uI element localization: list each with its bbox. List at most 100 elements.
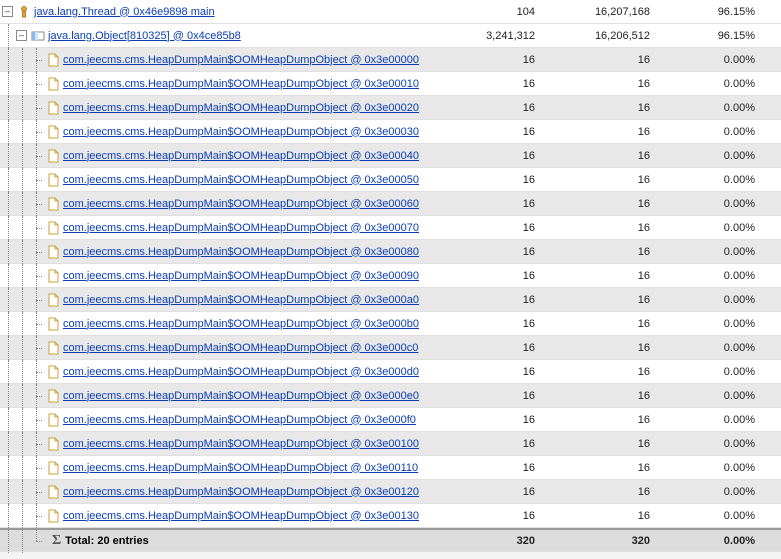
object-icon (46, 485, 60, 499)
size-cell: 16 (465, 222, 545, 234)
row-name-cell: com.jeecms.cms.HeapDumpMain$OOMHeapDumpO… (0, 336, 465, 360)
percentage-cell: 0.00% (660, 174, 775, 186)
object-link[interactable]: com.jeecms.cms.HeapDumpMain$OOMHeapDumpO… (63, 198, 419, 210)
table-row[interactable]: com.jeecms.cms.HeapDumpMain$OOMHeapDumpO… (0, 48, 781, 72)
table-row[interactable]: com.jeecms.cms.HeapDumpMain$OOMHeapDumpO… (0, 240, 781, 264)
object-link[interactable]: com.jeecms.cms.HeapDumpMain$OOMHeapDumpO… (63, 270, 419, 282)
percentage-cell: 0.00% (660, 222, 775, 234)
size-cell: 3,241,312 (465, 30, 545, 42)
percentage-cell: 0.00% (660, 78, 775, 90)
array-icon (31, 29, 45, 43)
object-icon (46, 413, 60, 427)
size-cell: 16 (465, 198, 545, 210)
size-cell: 16,207,168 (545, 6, 660, 18)
object-link[interactable]: com.jeecms.cms.HeapDumpMain$OOMHeapDumpO… (63, 510, 419, 522)
heap-tree-table: –java.lang.Thread @ 0x46e9898 main10416,… (0, 0, 781, 552)
table-row[interactable]: com.jeecms.cms.HeapDumpMain$OOMHeapDumpO… (0, 216, 781, 240)
size-cell: 16 (545, 414, 660, 426)
object-link[interactable]: com.jeecms.cms.HeapDumpMain$OOMHeapDumpO… (63, 174, 419, 186)
row-name-cell: com.jeecms.cms.HeapDumpMain$OOMHeapDumpO… (0, 120, 465, 144)
row-name-cell: com.jeecms.cms.HeapDumpMain$OOMHeapDumpO… (0, 288, 465, 312)
total-label: Total: 20 entries (65, 535, 149, 547)
object-link[interactable]: com.jeecms.cms.HeapDumpMain$OOMHeapDumpO… (63, 414, 416, 426)
object-link[interactable]: java.lang.Object[810325] @ 0x4ce85b8 (48, 30, 241, 42)
table-row[interactable]: com.jeecms.cms.HeapDumpMain$OOMHeapDumpO… (0, 480, 781, 504)
table-row[interactable]: com.jeecms.cms.HeapDumpMain$OOMHeapDumpO… (0, 72, 781, 96)
percentage-cell: 0.00% (660, 102, 775, 114)
percentage-cell: 0.00% (660, 366, 775, 378)
object-link[interactable]: com.jeecms.cms.HeapDumpMain$OOMHeapDumpO… (63, 54, 419, 66)
object-icon (46, 389, 60, 403)
table-row[interactable]: com.jeecms.cms.HeapDumpMain$OOMHeapDumpO… (0, 120, 781, 144)
object-link[interactable]: com.jeecms.cms.HeapDumpMain$OOMHeapDumpO… (63, 222, 419, 234)
object-link[interactable]: com.jeecms.cms.HeapDumpMain$OOMHeapDumpO… (63, 294, 419, 306)
object-link[interactable]: com.jeecms.cms.HeapDumpMain$OOMHeapDumpO… (63, 438, 419, 450)
object-icon (46, 101, 60, 115)
size-cell: 16 (465, 366, 545, 378)
size-cell: 16 (465, 246, 545, 258)
table-row[interactable]: – java.lang.Object[810325] @ 0x4ce85b8 3,2… (0, 24, 781, 48)
object-link[interactable]: com.jeecms.cms.HeapDumpMain$OOMHeapDumpO… (63, 390, 419, 402)
table-row[interactable]: com.jeecms.cms.HeapDumpMain$OOMHeapDumpO… (0, 456, 781, 480)
size-cell: 16 (545, 126, 660, 138)
object-icon (46, 149, 60, 163)
percentage-cell: 0.00% (660, 462, 775, 474)
row-name-cell: com.jeecms.cms.HeapDumpMain$OOMHeapDumpO… (0, 168, 465, 192)
object-link[interactable]: com.jeecms.cms.HeapDumpMain$OOMHeapDumpO… (63, 126, 419, 138)
expander-icon[interactable]: – (16, 30, 27, 41)
table-row[interactable]: com.jeecms.cms.HeapDumpMain$OOMHeapDumpO… (0, 408, 781, 432)
object-link[interactable]: java.lang.Thread @ 0x46e9898 main (34, 6, 215, 18)
object-link[interactable]: com.jeecms.cms.HeapDumpMain$OOMHeapDumpO… (63, 342, 418, 354)
object-link[interactable]: com.jeecms.cms.HeapDumpMain$OOMHeapDumpO… (63, 102, 419, 114)
table-row[interactable]: com.jeecms.cms.HeapDumpMain$OOMHeapDumpO… (0, 384, 781, 408)
size-cell: 16 (545, 510, 660, 522)
size-cell: 16 (465, 270, 545, 282)
table-row[interactable]: com.jeecms.cms.HeapDumpMain$OOMHeapDumpO… (0, 336, 781, 360)
total-row: ΣTotal: 20 entries3203200.00% (0, 528, 781, 552)
object-link[interactable]: com.jeecms.cms.HeapDumpMain$OOMHeapDumpO… (63, 462, 418, 474)
size-cell: 16 (545, 246, 660, 258)
object-icon (46, 269, 60, 283)
object-link[interactable]: com.jeecms.cms.HeapDumpMain$OOMHeapDumpO… (63, 486, 419, 498)
size-cell: 16 (545, 54, 660, 66)
table-row[interactable]: com.jeecms.cms.HeapDumpMain$OOMHeapDumpO… (0, 504, 781, 528)
object-link[interactable]: com.jeecms.cms.HeapDumpMain$OOMHeapDumpO… (63, 78, 419, 90)
table-row[interactable]: com.jeecms.cms.HeapDumpMain$OOMHeapDumpO… (0, 360, 781, 384)
row-name-cell: com.jeecms.cms.HeapDumpMain$OOMHeapDumpO… (0, 216, 465, 240)
object-link[interactable]: com.jeecms.cms.HeapDumpMain$OOMHeapDumpO… (63, 366, 419, 378)
table-row[interactable]: com.jeecms.cms.HeapDumpMain$OOMHeapDumpO… (0, 264, 781, 288)
percentage-cell: 0.00% (660, 294, 775, 306)
row-name-cell: com.jeecms.cms.HeapDumpMain$OOMHeapDumpO… (0, 264, 465, 288)
object-icon (46, 509, 60, 523)
percentage-cell: 0.00% (660, 126, 775, 138)
size-cell: 16 (465, 438, 545, 450)
row-name-cell: – java.lang.Thread @ 0x46e9898 main (0, 5, 465, 19)
total-percentage: 0.00% (660, 535, 775, 547)
row-name-cell: com.jeecms.cms.HeapDumpMain$OOMHeapDumpO… (0, 240, 465, 264)
table-row[interactable]: com.jeecms.cms.HeapDumpMain$OOMHeapDumpO… (0, 192, 781, 216)
row-name-cell: com.jeecms.cms.HeapDumpMain$OOMHeapDumpO… (0, 360, 465, 384)
table-row[interactable]: com.jeecms.cms.HeapDumpMain$OOMHeapDumpO… (0, 288, 781, 312)
size-cell: 16 (465, 78, 545, 90)
percentage-cell: 0.00% (660, 318, 775, 330)
percentage-cell: 0.00% (660, 438, 775, 450)
object-icon (46, 245, 60, 259)
object-link[interactable]: com.jeecms.cms.HeapDumpMain$OOMHeapDumpO… (63, 318, 419, 330)
object-icon (46, 173, 60, 187)
table-row[interactable]: com.jeecms.cms.HeapDumpMain$OOMHeapDumpO… (0, 432, 781, 456)
expander-icon[interactable]: – (2, 6, 13, 17)
table-row[interactable]: com.jeecms.cms.HeapDumpMain$OOMHeapDumpO… (0, 144, 781, 168)
size-cell: 16 (545, 270, 660, 282)
table-row[interactable]: –java.lang.Thread @ 0x46e9898 main10416,… (0, 0, 781, 24)
percentage-cell: 0.00% (660, 246, 775, 258)
table-row[interactable]: com.jeecms.cms.HeapDumpMain$OOMHeapDumpO… (0, 312, 781, 336)
object-link[interactable]: com.jeecms.cms.HeapDumpMain$OOMHeapDumpO… (63, 246, 419, 258)
size-cell: 16,206,512 (545, 30, 660, 42)
table-row[interactable]: com.jeecms.cms.HeapDumpMain$OOMHeapDumpO… (0, 96, 781, 120)
size-cell: 16 (545, 102, 660, 114)
object-link[interactable]: com.jeecms.cms.HeapDumpMain$OOMHeapDumpO… (63, 150, 419, 162)
size-cell: 16 (545, 174, 660, 186)
table-row[interactable]: com.jeecms.cms.HeapDumpMain$OOMHeapDumpO… (0, 168, 781, 192)
row-name-cell: com.jeecms.cms.HeapDumpMain$OOMHeapDumpO… (0, 144, 465, 168)
row-name-cell: com.jeecms.cms.HeapDumpMain$OOMHeapDumpO… (0, 432, 465, 456)
